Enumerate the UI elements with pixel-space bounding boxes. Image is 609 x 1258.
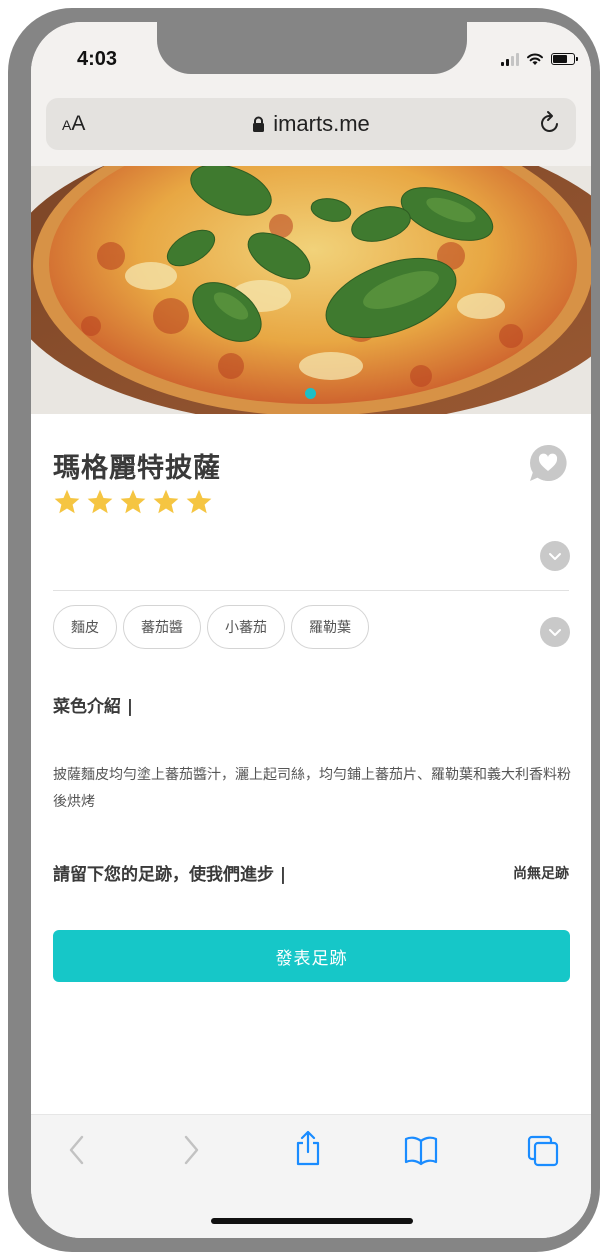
back-icon[interactable] [65,1133,89,1167]
footprint-status: 尚無足跡 [513,866,569,882]
ingredient-tags: 麵皮 蕃茄醬 小蕃茄 羅勒葉 [53,605,369,649]
forward-icon[interactable] [179,1133,203,1167]
ingredient-tag[interactable]: 羅勒葉 [291,605,369,649]
tabs-icon[interactable] [525,1133,561,1169]
pizza-image [31,166,591,414]
bookmarks-icon[interactable] [403,1133,439,1167]
intro-heading: 菜色介紹 | [53,697,134,717]
lock-icon [253,116,265,132]
home-indicator[interactable] [211,1218,413,1224]
status-icons [501,52,578,66]
dish-photo[interactable] [31,166,591,414]
star-rating [53,488,213,516]
notch [157,22,467,74]
chevron-down-icon[interactable] [539,540,571,572]
dish-description: 披薩麵皮均勻塗上蕃茄醬汁，灑上起司絲，均勻鋪上蕃茄片、羅勒葉和義大利香料粉後烘烤 [53,767,571,810]
ingredient-tag[interactable]: 麵皮 [53,605,117,649]
cellular-signal-icon [501,52,519,66]
wifi-icon [527,53,543,65]
ingredient-tag[interactable]: 小蕃茄 [207,605,285,649]
feedback-heading: 請留下您的足跡，使我們進步 | [53,865,287,885]
url-field[interactable]: AA imarts.me [46,98,576,150]
reload-icon[interactable] [538,110,562,136]
status-time: 4:03 [77,48,118,70]
favorite-heart-icon[interactable] [527,442,569,484]
star-icon [186,489,212,514]
carousel-indicator-dot[interactable] [305,388,316,399]
post-footprint-button[interactable]: 發表足跡 [53,930,570,982]
battery-icon [551,53,578,65]
phone-screen: 4:03 AA imarts.me 瑪格麗特披薩 麵皮 蕃茄醬 小蕃茄 羅勒葉 … [31,22,591,1238]
chevron-down-icon[interactable] [539,616,571,648]
url-text: imarts.me [273,111,370,136]
star-icon [153,489,179,514]
browser-address-bar: AA imarts.me [31,90,591,166]
ingredient-tag[interactable]: 蕃茄醬 [123,605,201,649]
star-icon [54,489,80,514]
star-icon [87,489,113,514]
divider [53,590,569,591]
share-icon[interactable] [293,1129,323,1167]
dish-title: 瑪格麗特披薩 [53,453,221,484]
star-icon [120,489,146,514]
